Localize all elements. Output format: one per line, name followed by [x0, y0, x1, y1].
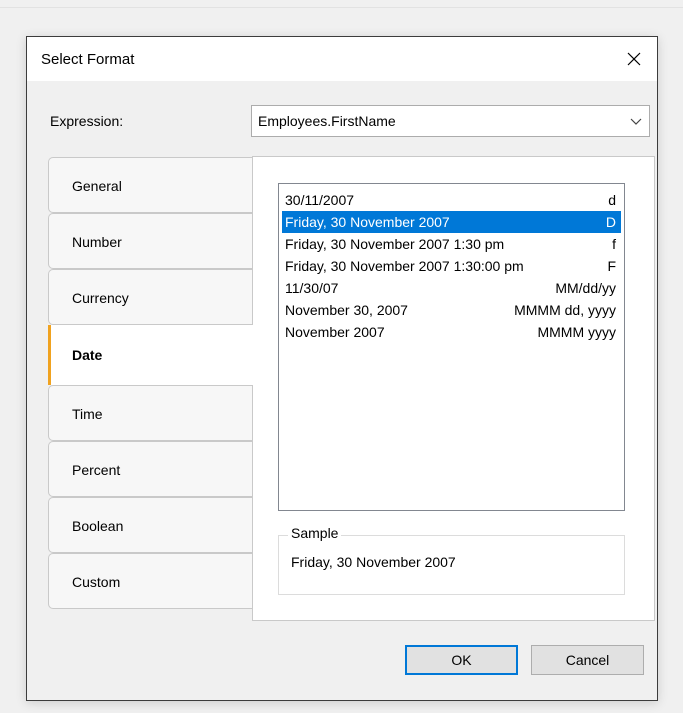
format-text: 30/11/2007: [285, 192, 355, 208]
cancel-button[interactable]: Cancel: [531, 645, 644, 675]
tab-time[interactable]: Time: [48, 385, 252, 441]
tab-label: Percent: [72, 462, 121, 478]
select-format-dialog: Select Format Expression: Employees.Firs…: [26, 36, 658, 701]
tab-date[interactable]: Date: [48, 325, 256, 385]
list-item-selected[interactable]: Friday, 30 November 2007 D: [282, 211, 621, 233]
format-code: D: [605, 214, 616, 230]
format-text: November 30, 2007: [285, 302, 408, 318]
tab-percent[interactable]: Percent: [48, 441, 252, 497]
tab-label: Time: [72, 406, 103, 422]
tab-boolean[interactable]: Boolean: [48, 497, 252, 553]
tab-label: Currency: [72, 290, 129, 306]
format-listbox[interactable]: 30/11/2007 d Friday, 30 November 2007 D …: [278, 183, 625, 511]
format-code: MM/dd/yy: [555, 280, 616, 296]
dialog-title: Select Format: [41, 51, 135, 68]
expression-label: Expression:: [50, 113, 124, 129]
tab-general[interactable]: General: [48, 157, 252, 213]
format-text: 11/30/07: [285, 280, 339, 296]
close-icon: [627, 52, 641, 66]
format-code: f: [612, 236, 616, 252]
sample-groupbox: Sample Friday, 30 November 2007: [278, 525, 625, 595]
list-item[interactable]: November 30, 2007 MMMM dd, yyyy: [282, 299, 621, 321]
format-code: MMMM dd, yyyy: [514, 302, 616, 318]
tab-number[interactable]: Number: [48, 213, 252, 269]
title-bar: Select Format: [27, 37, 657, 81]
list-item[interactable]: 30/11/2007 d: [282, 189, 621, 211]
top-divider: [0, 7, 683, 8]
format-text: Friday, 30 November 2007 1:30 pm: [285, 236, 505, 252]
chevron-down-icon: [630, 118, 642, 125]
format-code: F: [607, 258, 616, 274]
expression-value: Employees.FirstName: [258, 113, 396, 129]
list-item[interactable]: Friday, 30 November 2007 1:30 pm f: [282, 233, 621, 255]
list-item[interactable]: November 2007 MMMM yyyy: [282, 321, 621, 343]
tab-label: General: [72, 178, 122, 194]
expression-combobox[interactable]: Employees.FirstName: [251, 105, 650, 137]
tab-label: Custom: [72, 574, 121, 590]
format-code: d: [608, 192, 616, 208]
list-item[interactable]: 11/30/07 MM/dd/yy: [282, 277, 621, 299]
tab-custom[interactable]: Custom: [48, 553, 252, 609]
sample-label: Sample: [288, 525, 342, 541]
list-item[interactable]: Friday, 30 November 2007 1:30:00 pm F: [282, 255, 621, 277]
format-text: Friday, 30 November 2007 1:30:00 pm: [285, 258, 524, 274]
tab-label: Date: [72, 347, 103, 363]
sample-value: Friday, 30 November 2007: [291, 554, 456, 570]
format-text: Friday, 30 November 2007: [285, 214, 450, 230]
tab-label: Number: [72, 234, 122, 250]
close-button[interactable]: [611, 37, 657, 81]
ok-button[interactable]: OK: [405, 645, 518, 675]
format-code: MMMM yyyy: [537, 324, 616, 340]
tab-label: Boolean: [72, 518, 124, 534]
format-text: November 2007: [285, 324, 385, 340]
tab-currency[interactable]: Currency: [48, 269, 252, 325]
